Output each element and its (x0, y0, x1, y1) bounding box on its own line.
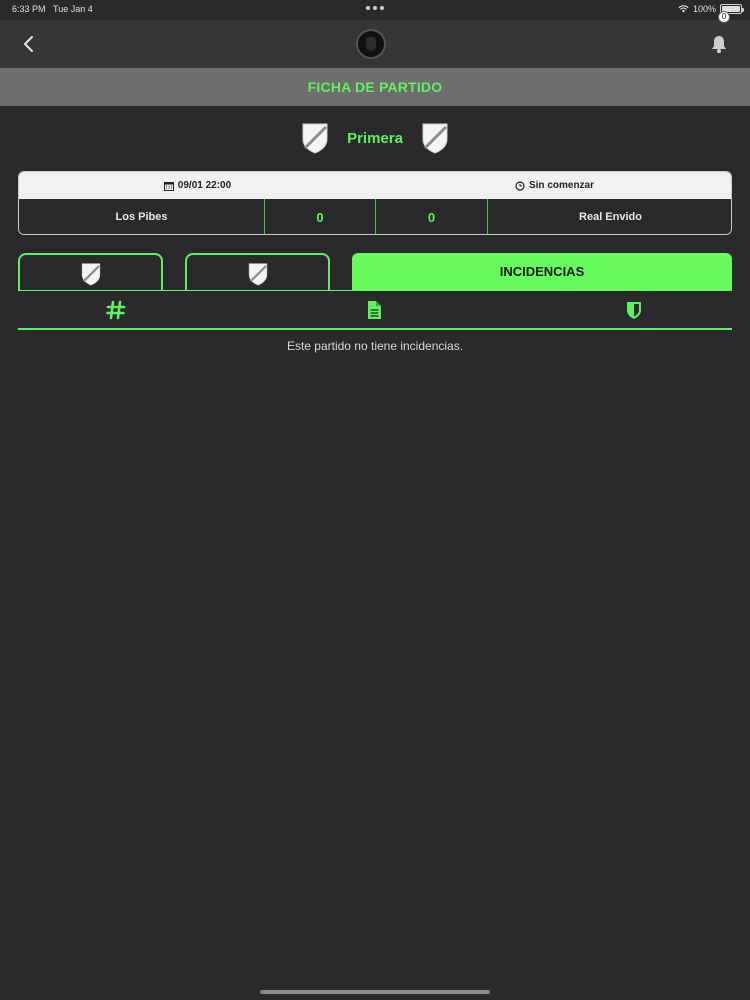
document-icon[interactable] (364, 300, 384, 320)
away-team-shield-icon (422, 123, 448, 154)
multitasking-dots[interactable] (366, 6, 384, 10)
app-logo (356, 29, 386, 59)
battery-percent: 100% (692, 4, 716, 14)
shield-icon[interactable] (624, 300, 644, 320)
notification-badge: 0 (718, 11, 730, 23)
wifi-icon (678, 5, 689, 13)
home-team-shield-icon (302, 123, 328, 154)
bell-icon[interactable] (709, 34, 729, 54)
match-card-header: 09/01 22:00 Sin comenzar (19, 172, 731, 199)
calendar-icon (163, 181, 174, 191)
back-icon[interactable] (20, 34, 40, 54)
tab-incidencias[interactable]: INCIDENCIAS (352, 253, 732, 291)
status-bar: 6:33 PM Tue Jan 4 100% (0, 0, 750, 20)
page-title: FICHA DE PARTIDO (0, 68, 750, 106)
home-score: 0 (264, 199, 375, 234)
tab-away-team[interactable] (185, 253, 330, 291)
away-team-name: Real Envido (487, 199, 731, 234)
away-team-tab-shield-icon (248, 263, 268, 286)
status-indicators: 100% (678, 4, 744, 14)
home-team-name: Los Pibes (115, 211, 168, 223)
incident-filter-bar (18, 296, 732, 326)
match-score-row: Los Pibes 0 0 Real Envido (19, 199, 731, 234)
filter-divider (18, 328, 732, 330)
home-team-tab-shield-icon (81, 263, 101, 286)
empty-incidents-message: Este partido no tiene incidencias. (286, 339, 464, 353)
home-indicator[interactable] (260, 990, 490, 994)
tab-home-team[interactable] (18, 253, 163, 291)
match-card: 09/01 22:00 Sin comenzar Los Pibes 0 0 R… (18, 171, 732, 235)
hash-icon[interactable] (106, 300, 126, 320)
match-date: 09/01 22:00 (19, 172, 376, 199)
clock-icon (515, 180, 525, 191)
away-score: 0 (375, 199, 487, 234)
tab-divider (18, 290, 732, 291)
match-state: Sin comenzar (376, 172, 731, 199)
nav-bar (0, 20, 750, 68)
match-date-text: 09/01 22:00 (177, 180, 232, 191)
status-time: 6:33 PM Tue Jan 4 (12, 4, 93, 14)
league-row: Primera (0, 118, 750, 158)
match-state-text: Sin comenzar (528, 180, 595, 191)
league-name: Primera (347, 130, 403, 147)
